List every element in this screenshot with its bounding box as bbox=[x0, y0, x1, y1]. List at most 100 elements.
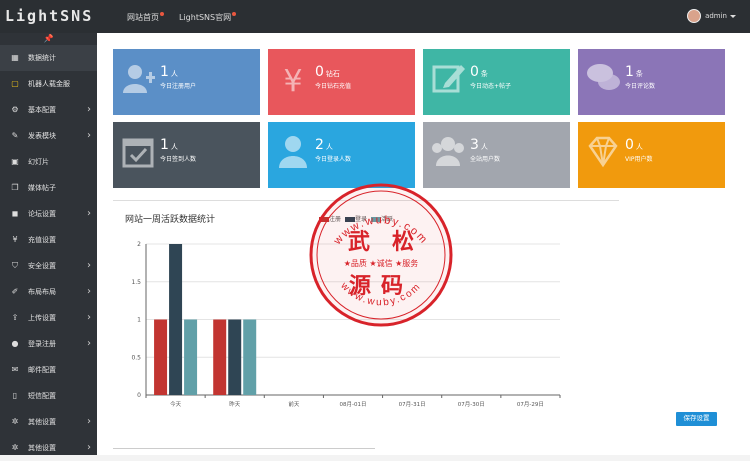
chat-icon: ▢ bbox=[11, 79, 19, 88]
link-official-site[interactable]: LightSNS官网 bbox=[179, 12, 237, 23]
stat-card[interactable]: 3 人全站用户数 bbox=[423, 122, 570, 188]
chevron-right-icon: › bbox=[87, 416, 91, 427]
stat-card[interactable]: 0 人 VIP用户数 bbox=[578, 122, 725, 188]
chart-bar bbox=[154, 319, 168, 395]
save-button[interactable]: 保存设置 bbox=[676, 412, 717, 426]
user-add-icon bbox=[123, 65, 155, 93]
stat-label: 全站用户数 bbox=[470, 156, 501, 163]
username[interactable]: admin bbox=[705, 12, 727, 20]
stat-value: 3人 bbox=[470, 137, 488, 153]
stat-unit: 人 bbox=[325, 143, 333, 151]
main-content: 1 人今日注册用户 ¥0 钻石 今日钻石充值 0 条今日动态+帖子 1 条今日评论数 1 人今日签到… bbox=[97, 33, 750, 455]
diamond-icon bbox=[588, 136, 618, 168]
watermark-char: 松 bbox=[392, 230, 414, 255]
stat-label: 今日评论数 bbox=[625, 83, 656, 90]
stat-unit: 人 bbox=[170, 70, 178, 78]
y-tick-label: 0.5 bbox=[131, 354, 141, 361]
stat-card[interactable]: 1 人今日签到人数 bbox=[113, 122, 260, 188]
x-tick-label: 07月-29日 bbox=[517, 401, 544, 408]
shield-icon: ⛉ bbox=[12, 261, 18, 270]
sidebar-item[interactable]: ✎ 发表模块 › bbox=[0, 123, 97, 149]
sidebar-item[interactable]: ✐ 布局布局 › bbox=[0, 279, 97, 305]
sidebar-item[interactable]: ⛉ 安全设置 › bbox=[0, 253, 97, 279]
x-tick-label: 07月-31日 bbox=[399, 401, 426, 408]
pencil-icon: ✎ bbox=[11, 131, 19, 140]
stat-card[interactable]: 0 条今日动态+帖子 bbox=[423, 49, 570, 115]
chevron-right-icon: › bbox=[87, 442, 91, 453]
sidebar-item-label: 机器人载金服 bbox=[28, 80, 70, 88]
stat-value: 0 钻石 bbox=[315, 64, 340, 80]
stat-card[interactable]: 1 人今日注册用户 bbox=[113, 49, 260, 115]
stat-card[interactable]: 1 条今日评论数 bbox=[578, 49, 725, 115]
stat-card[interactable]: 2 人今日登录人数 bbox=[268, 122, 415, 188]
sidebar-item-label: 其他设置 bbox=[28, 418, 56, 426]
stat-unit: 人 bbox=[635, 143, 643, 151]
top-bar: LightSNS 网站首页 LightSNS官网 admin bbox=[0, 0, 750, 33]
brush-icon: ✐ bbox=[11, 287, 19, 296]
stat-label: 今日动态+帖子 bbox=[470, 83, 512, 90]
calendar-check-icon bbox=[122, 138, 154, 168]
gear-icon: ⚙ bbox=[11, 105, 19, 114]
chart-bar bbox=[184, 319, 198, 395]
sidebar-item[interactable]: ◼ 论坛设置 › bbox=[0, 201, 97, 227]
cogs-icon: ✲ bbox=[11, 443, 19, 452]
avatar[interactable] bbox=[687, 9, 702, 23]
sidebar-item[interactable]: ✲ 其他设置 › bbox=[0, 409, 97, 435]
y-tick-label: 1 bbox=[137, 317, 141, 324]
sidebar-item[interactable]: ¥ 充值设置 bbox=[0, 227, 97, 253]
sidebar-item[interactable]: ✉ 邮件配置 bbox=[0, 357, 97, 383]
chevron-down-icon[interactable] bbox=[730, 14, 736, 18]
sidebar-item-label: 基本配置 bbox=[28, 106, 56, 114]
image-icon: ▣ bbox=[11, 157, 19, 166]
chevron-right-icon: › bbox=[87, 260, 91, 271]
sidebar-item[interactable]: ⚙ 基本配置 › bbox=[0, 97, 97, 123]
site-logo[interactable]: LightSNS bbox=[5, 7, 93, 25]
edit-icon bbox=[432, 65, 465, 93]
sidebar: 📌 ▦ 数据统计 ▢ 机器人载金服 ⚙ 基本配置 › ✎ 发表模块 › ▣ 幻灯片 ❐ 媒体帖子 ◼ 论坛设置… bbox=[0, 33, 97, 455]
notification-dot bbox=[232, 12, 237, 16]
sidebar-item[interactable]: ▯ 短信配置 bbox=[0, 383, 97, 409]
sidebar-item[interactable]: ⇪ 上传设置 › bbox=[0, 305, 97, 331]
user-menu[interactable]: admin bbox=[687, 9, 736, 23]
yen-icon: ¥ bbox=[283, 64, 302, 95]
sidebar-item-label: 其他设置 bbox=[28, 444, 56, 452]
copy-icon: ❐ bbox=[11, 183, 19, 192]
bar-chart-icon: ▦ bbox=[11, 53, 19, 62]
sidebar-item[interactable]: ▢ 机器人载金服 bbox=[0, 71, 97, 97]
comments-icon bbox=[587, 64, 620, 90]
y-tick-label: 2 bbox=[137, 241, 141, 248]
chart-bar bbox=[243, 319, 257, 395]
sidebar-item[interactable]: ● 登录注册 › bbox=[0, 331, 97, 357]
chevron-right-icon: › bbox=[87, 104, 91, 115]
sidebar-item[interactable]: ▦ 数据统计 bbox=[0, 45, 97, 71]
sidebar-item[interactable]: ▣ 幻灯片 bbox=[0, 149, 97, 175]
stat-card[interactable]: ¥0 钻石今日钻石充值 bbox=[268, 49, 415, 115]
x-tick-label: 昨天 bbox=[229, 400, 241, 408]
chart-title: 网站一周活跃数据统计 bbox=[125, 215, 216, 225]
cogs-icon: ✲ bbox=[11, 417, 19, 426]
user-icon bbox=[279, 136, 307, 168]
chart-bar bbox=[169, 244, 183, 395]
chart-bar bbox=[228, 319, 242, 395]
sidebar-item-label: 充值设置 bbox=[28, 236, 56, 244]
pin-icon[interactable]: 📌 bbox=[0, 33, 97, 45]
sidebar-item[interactable]: ❐ 媒体帖子 bbox=[0, 175, 97, 201]
stat-unit: 人 bbox=[170, 143, 178, 151]
comments-icon: ◼ bbox=[11, 209, 19, 218]
notification-dot bbox=[160, 12, 164, 16]
yen-icon: ¥ bbox=[12, 235, 18, 244]
sidebar-item-label: 论坛设置 bbox=[28, 210, 56, 218]
svg-text:¥: ¥ bbox=[283, 64, 302, 95]
stat-label: 今日钻石充值 bbox=[315, 83, 352, 90]
stat-label: 今日签到人数 bbox=[160, 156, 197, 163]
link-site-home[interactable]: 网站首页 bbox=[127, 12, 164, 23]
sidebar-item-label: 上传设置 bbox=[28, 314, 56, 322]
watermark-slogan: ★品质 ★诚信 ★服务 bbox=[344, 258, 419, 268]
stat-label: 今日登录人数 bbox=[315, 156, 352, 163]
watermark-seal: www.wuby.com 武 松 ★品质 ★诚信 ★服务 源码 www.wuby… bbox=[309, 183, 453, 327]
sidebar-item-label: 短信配置 bbox=[28, 392, 56, 400]
stat-label: VIP用户数 bbox=[625, 156, 653, 163]
chevron-right-icon: › bbox=[87, 338, 91, 349]
sidebar-item[interactable]: ✲ 其他设置 › bbox=[0, 435, 97, 461]
phone-icon: ▯ bbox=[12, 391, 18, 400]
